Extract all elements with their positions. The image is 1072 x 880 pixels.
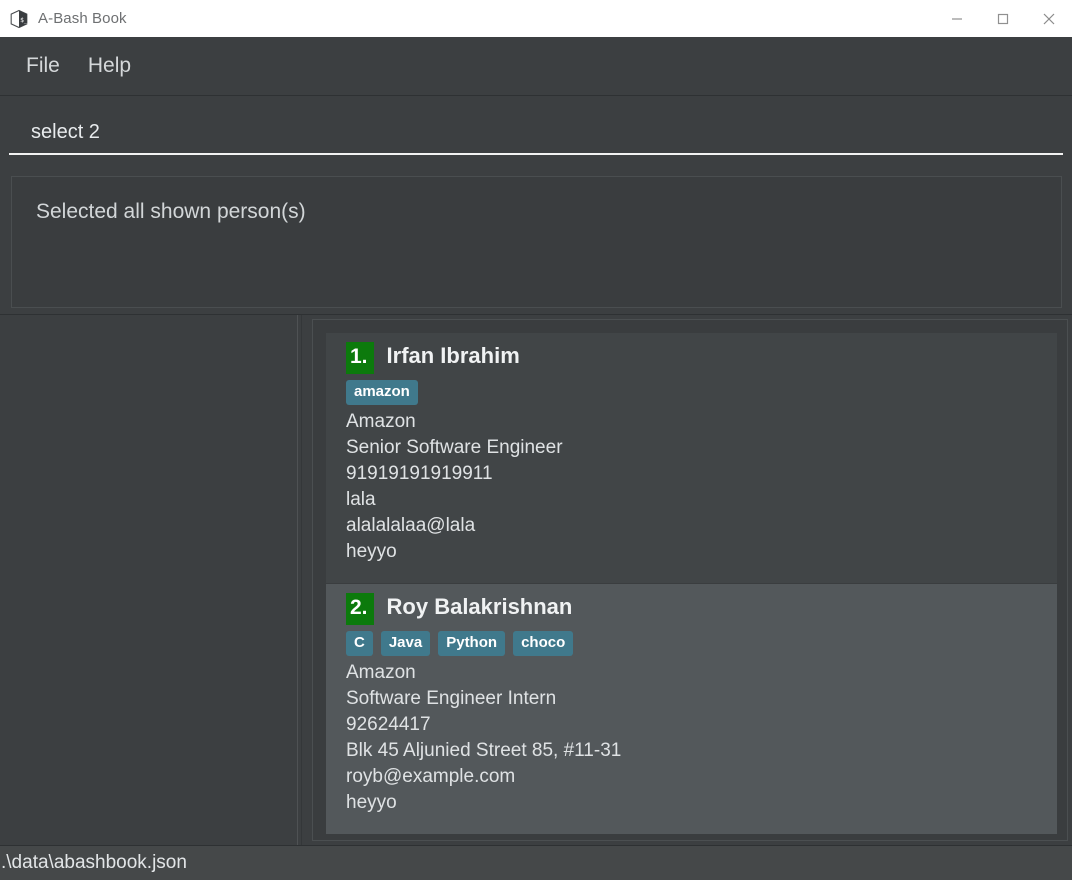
person-field: Amazon (346, 411, 416, 432)
app-cube-icon: $_ (9, 9, 29, 29)
main-split-pane: 1. Irfan Ibrahim amazon Amazon Senior Softwa… (0, 314, 1072, 845)
person-field: royb@example.com (346, 766, 516, 787)
close-button[interactable] (1026, 0, 1072, 37)
window-title: A-Bash Book (38, 10, 127, 27)
person-card-header: 1. Irfan Ibrahim (346, 342, 1045, 374)
person-list-scroll[interactable]: 1. Irfan Ibrahim amazon Amazon Senior Softwa… (313, 320, 1067, 840)
window-controls (934, 0, 1072, 37)
command-input[interactable] (31, 117, 1063, 146)
status-bar: .\data\abashbook.json (0, 845, 1072, 880)
maximize-button[interactable] (980, 0, 1026, 37)
command-input-area (0, 96, 1072, 168)
result-message: Selected all shown person(s) (36, 200, 306, 223)
person-card-header: 2. Roy Balakrishnan (346, 593, 1045, 625)
person-tag[interactable]: amazon (346, 380, 418, 405)
person-tag[interactable]: choco (513, 631, 574, 656)
menu-item-help[interactable]: Help (76, 50, 143, 82)
person-index-badge: 1. (346, 342, 374, 374)
app-window: $_ A-Bash Book File Help select 2 Select… (0, 0, 1072, 880)
person-tag-row: amazon (346, 380, 1045, 405)
person-field: lala (346, 489, 376, 510)
person-field: Senior Software Engineer (346, 437, 563, 458)
person-card[interactable]: 1. Irfan Ibrahim amazon Amazon Senior Softwa… (326, 333, 1057, 583)
title-bar-left: $_ A-Bash Book (0, 9, 127, 29)
menu-item-file[interactable]: File (14, 50, 72, 82)
svg-text:$_: $_ (20, 16, 28, 23)
menu-bar: File Help (0, 37, 1072, 96)
person-card[interactable]: 2. Roy Balakrishnan C Java Python choco Amazon… (326, 584, 1057, 834)
person-name: Irfan Ibrahim (386, 343, 520, 368)
result-display-area: Selected all shown person(s) (0, 168, 1072, 314)
person-field: Blk 45 Aljunied Street 85, #11-31 (346, 740, 622, 761)
person-field: Software Engineer Intern (346, 688, 557, 709)
person-field: alalalalaa@lala (346, 515, 476, 536)
person-field: 92624417 (346, 714, 431, 735)
result-display-box[interactable]: Selected all shown person(s) (11, 176, 1062, 308)
status-bar-save-location: .\data\abashbook.json (1, 852, 187, 873)
person-tag[interactable]: C (346, 631, 373, 656)
person-tag[interactable]: Java (380, 631, 431, 656)
person-tag[interactable]: Python (438, 631, 506, 656)
person-list-pane: 1. Irfan Ibrahim amazon Amazon Senior Softwa… (302, 315, 1072, 845)
person-field: Amazon (346, 662, 416, 683)
person-field: heyyo (346, 541, 397, 562)
person-name: Roy Balakrishnan (386, 594, 573, 619)
person-field: heyyo (346, 792, 397, 813)
person-list-frame: 1. Irfan Ibrahim amazon Amazon Senior Softwa… (312, 319, 1068, 841)
command-input-underline (9, 117, 1063, 155)
person-tag-row: C Java Python choco (346, 631, 1045, 656)
minimize-button[interactable] (934, 0, 980, 37)
person-index-badge: 2. (346, 593, 374, 625)
title-bar: $_ A-Bash Book (0, 0, 1072, 37)
left-empty-pane (0, 315, 297, 845)
person-field: 91919191919911 (346, 463, 493, 484)
